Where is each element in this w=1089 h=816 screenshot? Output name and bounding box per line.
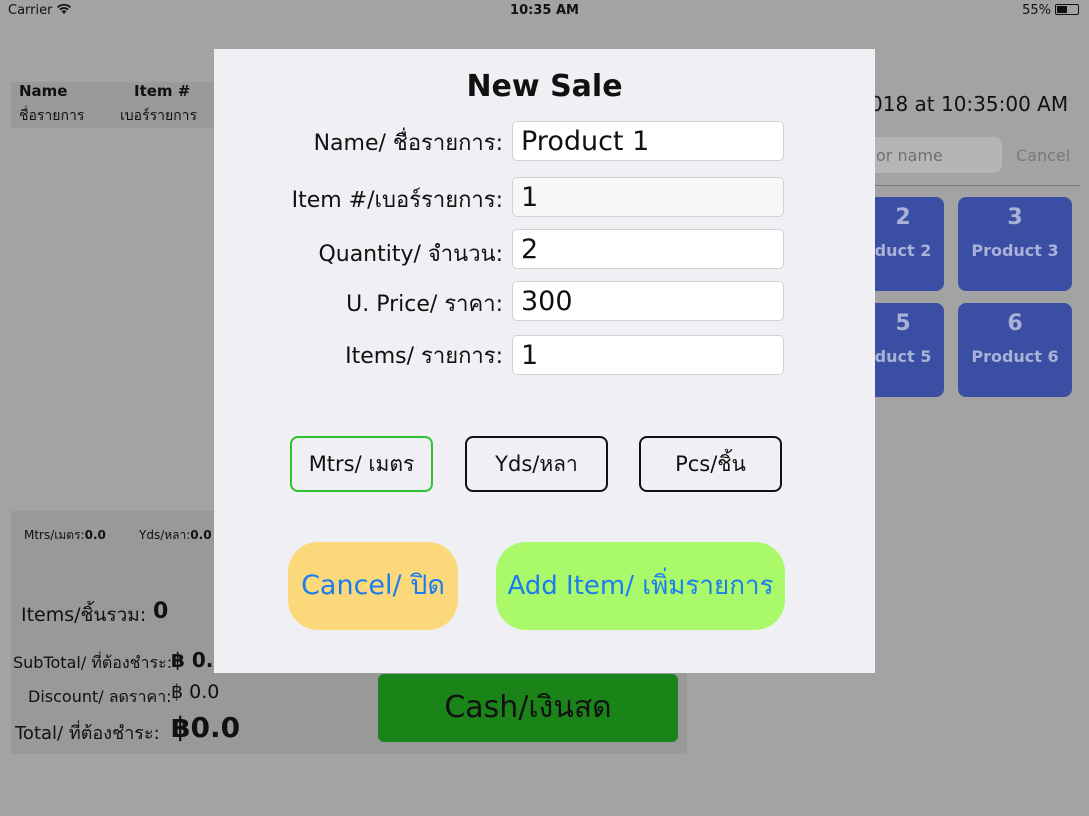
items-count-label: Items/ชิ้นรวม: — [21, 604, 147, 626]
yds-label: Yds/หลา: — [139, 528, 191, 542]
product-tile-3[interactable]: 3 Product 3 — [958, 197, 1072, 291]
search-placeholder: or name — [876, 146, 943, 165]
dialog-title: New Sale — [466, 69, 623, 104]
items-count-value: 0 — [153, 599, 169, 624]
column-name-header: Name — [19, 82, 68, 100]
subtotal-value: ฿ 0. — [171, 648, 214, 672]
item-number-field[interactable]: 1 — [512, 177, 784, 217]
tile-label: Product 6 — [971, 347, 1059, 366]
list-header: Name ชื่อรายการ Item # เบอร์รายการ — [11, 82, 215, 128]
mtrs-label: Mtrs/เมตร: — [24, 528, 85, 542]
search-input[interactable]: or name — [862, 137, 1002, 173]
battery-icon — [1055, 4, 1079, 15]
unit-price-label: U. Price/ ราคา: — [346, 292, 503, 317]
search-cancel-button[interactable]: Cancel — [1016, 146, 1070, 165]
cash-button[interactable]: Cash/เงินสด — [378, 674, 678, 742]
divider — [862, 185, 1080, 186]
status-bar: Carrier 10:35 AM 55% — [0, 0, 1089, 22]
yds-total: Yds/หลา:0.0 — [139, 526, 212, 545]
column-item-header-th: เบอร์รายการ — [120, 108, 198, 124]
unit-price-field[interactable]: 300 — [512, 281, 784, 321]
unit-pcs-button[interactable]: Pcs/ชิ้น — [639, 436, 782, 492]
subtotal-label: SubTotal/ ที่ต้องชำระ: — [13, 653, 173, 672]
tile-number: 3 — [1007, 205, 1023, 230]
battery-indicator: 55% — [1022, 3, 1079, 18]
items-label: Items/ รายการ: — [345, 344, 503, 369]
column-item-header: Item # — [134, 82, 191, 100]
column-name-header-th: ชื่อรายการ — [19, 108, 85, 124]
item-number-label: Item #/เบอร์รายการ: — [291, 188, 503, 213]
tile-number: 6 — [1007, 311, 1023, 336]
date-time-label: 018 at 10:35:00 AM — [870, 92, 1069, 116]
total-value: ฿0.0 — [171, 711, 241, 744]
quantity-label: Quantity/ จำนวน: — [318, 242, 503, 267]
new-sale-dialog: New Sale Name/ ชื่อรายการ: Product 1 Ite… — [214, 49, 875, 673]
clock: 10:35 AM — [510, 3, 579, 18]
quantity-field[interactable]: 2 — [512, 229, 784, 269]
battery-percent: 55% — [1022, 3, 1051, 18]
discount-label: Discount/ ลดราคา: — [28, 687, 172, 706]
name-field[interactable]: Product 1 — [512, 121, 784, 161]
items-field[interactable]: 1 — [512, 335, 784, 375]
mtrs-value: 0.0 — [84, 528, 106, 542]
name-label: Name/ ชื่อรายการ: — [313, 131, 503, 156]
mtrs-total: Mtrs/เมตร:0.0 — [24, 526, 106, 545]
unit-mtrs-button[interactable]: Mtrs/ เมตร — [290, 436, 433, 492]
yds-value: 0.0 — [190, 528, 212, 542]
add-item-button[interactable]: Add Item/ เพิ่มรายการ — [496, 542, 785, 630]
product-tile-6[interactable]: 6 Product 6 — [958, 303, 1072, 397]
discount-value: ฿ 0.0 — [171, 681, 220, 703]
unit-yds-button[interactable]: Yds/หลา — [465, 436, 608, 492]
cancel-button[interactable]: Cancel/ ปิด — [288, 542, 458, 630]
total-label: Total/ ที่ต้องชำระ: — [15, 723, 160, 744]
tile-label: Product 3 — [971, 241, 1059, 260]
